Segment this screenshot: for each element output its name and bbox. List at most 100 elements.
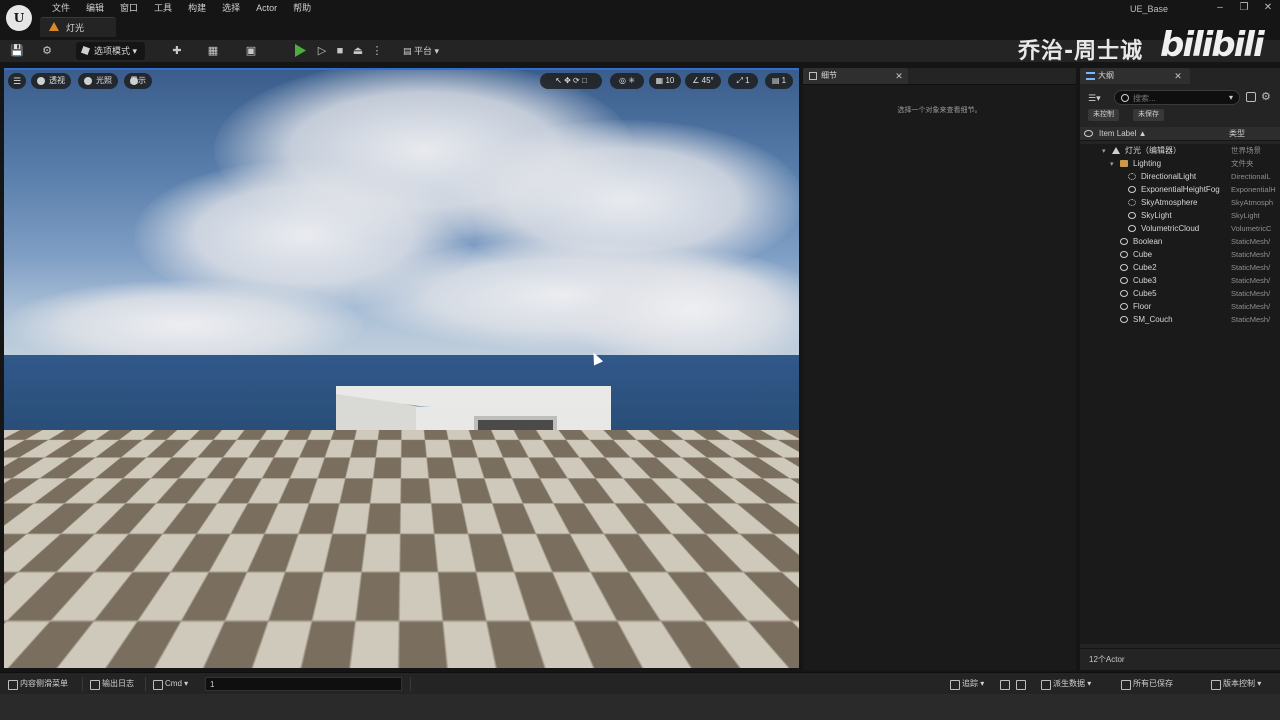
menu-build[interactable]: 构建 <box>180 2 214 14</box>
more-options-icon[interactable]: ⋮ <box>370 44 384 58</box>
tree-row-actor[interactable]: SkyAtmosphere SkyAtmosph <box>1080 196 1280 209</box>
coordinate-space-icon[interactable]: ◎ ✳ <box>610 73 644 89</box>
unreal-logo[interactable]: U <box>6 5 32 31</box>
outliner-header: Item Label ▲ 类型 <box>1080 127 1280 141</box>
outliner-panel: 大纲 ✕ ☰▾ ▾ ⚙ 未控制 未保存 Item Label ▲ 类型 ▾ 灯光… <box>1080 68 1280 670</box>
outliner-search[interactable]: ▾ <box>1114 90 1240 105</box>
main-menu: 文件 编辑 窗口 工具 构建 选择 Actor 帮助 <box>44 2 319 14</box>
outliner-tree: ▾ 灯光（编辑器） 世界场景 ▾ Lighting 文件夹 Directiona… <box>1080 144 1280 644</box>
eject-icon[interactable]: ⏏ <box>351 44 365 58</box>
skip-icon[interactable]: ▷ <box>315 44 329 58</box>
cloud-icon <box>1128 225 1136 232</box>
menu-window[interactable]: 窗口 <box>112 2 146 14</box>
menu-tools[interactable]: 工具 <box>146 2 180 14</box>
menu-select[interactable]: 选择 <box>214 2 248 14</box>
perspective-button[interactable]: 透视 <box>31 73 71 89</box>
static-mesh-icon <box>1120 264 1128 271</box>
output-log-button[interactable]: 输出日志 <box>88 673 134 695</box>
cinematics-icon[interactable]: ▣ <box>244 44 258 58</box>
viewport-menu-icon[interactable]: ☰ <box>8 73 26 89</box>
watermark-author: 乔治-周士诚 <box>1018 39 1144 64</box>
eye-icon[interactable] <box>1084 130 1093 137</box>
record-icon[interactable] <box>998 673 1010 695</box>
tree-row-actor[interactable]: Cube StaticMesh/ <box>1080 248 1280 261</box>
derived-data-label: 派生数据 <box>1053 679 1085 688</box>
new-folder-icon[interactable] <box>1246 92 1256 102</box>
screenshot-icon[interactable] <box>1014 673 1026 695</box>
column-type[interactable]: 类型 <box>1229 127 1245 141</box>
blueprint-icon[interactable]: ▦ <box>206 44 220 58</box>
tree-row-type: 世界场景 <box>1231 146 1261 155</box>
details-tab-label: 细节 <box>821 71 837 80</box>
menu-edit[interactable]: 编辑 <box>78 2 112 14</box>
filter-icon[interactable]: ☰▾ <box>1088 92 1108 104</box>
platform-dropdown[interactable]: ▤ 平台 ▾ <box>403 44 439 57</box>
derived-data-button[interactable]: 派生数据 ▾ <box>1039 673 1091 695</box>
camera-speed[interactable]: ▤ 1 <box>765 73 793 89</box>
lighting-button[interactable]: 光照 <box>78 73 118 89</box>
content-drawer-button[interactable]: 内容侧滑菜单 <box>6 673 68 695</box>
cmd-dropdown[interactable]: Cmd ▾ <box>151 673 188 695</box>
console-input[interactable] <box>205 677 402 691</box>
divider <box>82 677 83 691</box>
tree-row-actor[interactable]: Cube3 StaticMesh/ <box>1080 274 1280 287</box>
source-control-button[interactable]: 版本控制 ▾ <box>1209 673 1261 695</box>
all-saved-label: 所有已保存 <box>1133 679 1173 688</box>
browse-icon[interactable]: ⚙ <box>40 44 54 58</box>
tree-row-actor[interactable]: Cube5 StaticMesh/ <box>1080 287 1280 300</box>
rotation-snap[interactable]: ∠ 45° <box>685 73 721 89</box>
tree-row-actor[interactable]: DirectionalLight DirectionalL <box>1080 170 1280 183</box>
menu-actor[interactable]: Actor <box>248 2 285 14</box>
watermark-logo: bilibili <box>1160 25 1265 65</box>
couch-mesh[interactable] <box>464 494 498 512</box>
stop-icon[interactable]: ■ <box>333 44 347 58</box>
tree-row-world[interactable]: ▾ 灯光（编辑器） 世界场景 <box>1080 144 1280 157</box>
tree-row-actor[interactable]: ExponentialHeightFog ExponentialH <box>1080 183 1280 196</box>
minimize-icon[interactable]: – <box>1208 0 1232 16</box>
all-saved-button[interactable]: 所有已保存 <box>1119 673 1173 695</box>
tree-row-folder[interactable]: ▾ Lighting 文件夹 <box>1080 157 1280 170</box>
close-icon[interactable]: ✕ <box>1256 0 1280 16</box>
tree-row-label: SkyAtmosphere <box>1141 198 1198 207</box>
outliner-close-icon[interactable]: ✕ <box>1172 68 1184 84</box>
play-icon[interactable] <box>292 43 308 58</box>
search-input[interactable] <box>1133 92 1223 104</box>
details-close-icon[interactable]: ✕ <box>893 68 905 84</box>
grid-snap[interactable]: ▦ 10 <box>649 73 681 89</box>
level-tab[interactable]: 灯光 <box>40 17 117 37</box>
tree-row-actor[interactable]: SkyLight SkyLight <box>1080 209 1280 222</box>
tree-row-label: Cube5 <box>1133 289 1157 298</box>
search-dropdown-icon[interactable]: ▾ <box>1229 93 1233 102</box>
menu-file[interactable]: 文件 <box>44 2 78 14</box>
tree-row-actor[interactable]: VolumetricCloud VolumetricC <box>1080 222 1280 235</box>
tree-row-actor[interactable]: Cube2 StaticMesh/ <box>1080 261 1280 274</box>
restore-icon[interactable]: ❐ <box>1232 0 1256 16</box>
camera-speed-value: 1 <box>781 76 787 85</box>
folder-icon <box>1120 160 1128 167</box>
tree-row-label: 灯光（编辑器） <box>1125 146 1181 155</box>
scale-snap[interactable]: ⤢ 1 <box>728 73 758 89</box>
building-mesh[interactable] <box>336 386 611 508</box>
menu-help[interactable]: 帮助 <box>285 2 319 14</box>
tree-row-type: StaticMesh/ <box>1231 315 1271 324</box>
tree-row-actor[interactable]: Floor StaticMesh/ <box>1080 300 1280 313</box>
mode-dropdown[interactable]: 选项模式 ▾ <box>76 42 146 60</box>
tree-row-label: Floor <box>1133 302 1152 311</box>
trace-dropdown[interactable]: 追踪 ▾ <box>948 673 984 695</box>
level-viewport[interactable]: ☰ 透视 光照 显示 ↖ ✥ ⟳ □ ◎ ✳ ▦ 10 ∠ 45° ⤢ 1 ▤ … <box>4 68 799 668</box>
divider <box>145 677 146 691</box>
unsaved-ctrl-chip[interactable]: 未控制 <box>1088 109 1119 121</box>
settings-gear-icon[interactable]: ⚙ <box>1261 91 1273 103</box>
column-item-label[interactable]: Item Label ▲ <box>1099 127 1147 141</box>
perspective-label: 透视 <box>49 76 65 85</box>
show-button[interactable]: 显示 <box>124 73 152 89</box>
transform-tools[interactable]: ↖ ✥ ⟳ □ <box>540 73 602 89</box>
tree-row-actor[interactable]: Boolean StaticMesh/ <box>1080 235 1280 248</box>
tree-row-label: SM_Couch <box>1133 315 1173 324</box>
tree-row-actor[interactable]: SM_Couch StaticMesh/ <box>1080 313 1280 326</box>
save-icon[interactable]: 💾 <box>10 44 24 58</box>
unsaved-chip[interactable]: 未保存 <box>1133 109 1164 121</box>
tree-row-label: VolumetricCloud <box>1141 224 1200 233</box>
add-actor-icon[interactable]: ✚ <box>170 44 184 58</box>
tree-row-type: StaticMesh/ <box>1231 302 1271 311</box>
